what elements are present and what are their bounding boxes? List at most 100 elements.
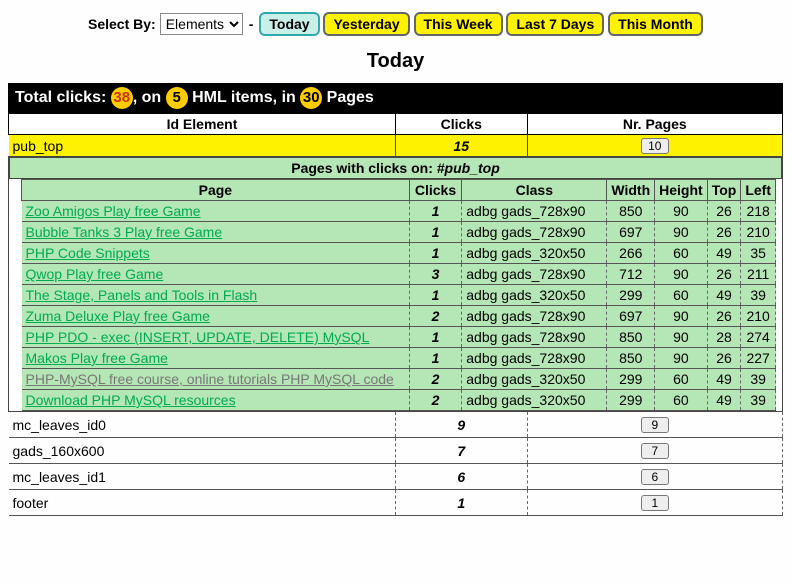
page-height-cell: 60	[655, 369, 708, 390]
page-width-cell: 850	[607, 201, 655, 222]
stat-clicks: 38	[111, 87, 133, 109]
nrpages-button[interactable]: 10	[641, 138, 669, 154]
page-top-cell: 26	[707, 264, 741, 285]
page-row: Zoo Amigos Play free Game 1adbg gads_728x…	[22, 201, 776, 222]
page-left-cell: 274	[741, 327, 776, 348]
page-top-cell: 26	[707, 222, 741, 243]
page-row: PHP PDO - exec (INSERT, UPDATE, DELETE) …	[22, 327, 776, 348]
page-row: Download PHP MySQL resources2adbg gads_3…	[22, 390, 776, 411]
col-clicks: Clicks	[396, 114, 528, 135]
tab-this-month[interactable]: This Month	[608, 12, 703, 36]
page-left-cell: 39	[741, 390, 776, 411]
page-link[interactable]: Makos Play free Game	[26, 350, 168, 366]
page-clicks-cell: 1	[409, 348, 462, 369]
page-link-cell: The Stage, Panels and Tools in Flash	[22, 285, 410, 306]
page-height-cell: 90	[655, 306, 708, 327]
page-height-cell: 90	[655, 348, 708, 369]
element-clicks-cell: 6	[396, 464, 528, 490]
col-page: Page	[22, 180, 410, 201]
nrpages-button[interactable]: 9	[641, 417, 669, 433]
stats-summary-bar: Total clicks: 38, on 5 HML items, in 30 …	[8, 83, 783, 113]
page-row: Zuma Deluxe Play free Game 2adbg gads_728…	[22, 306, 776, 327]
page-class-cell: adbg gads_320x50	[462, 243, 607, 264]
page-clicks-cell: 2	[409, 306, 462, 327]
col-left: Left	[741, 180, 776, 201]
page-class-cell: adbg gads_728x90	[462, 306, 607, 327]
page-class-cell: adbg gads_320x50	[462, 369, 607, 390]
tab-yesterday[interactable]: Yesterday	[323, 12, 409, 36]
page-width-cell: 266	[607, 243, 655, 264]
page-height-cell: 60	[655, 285, 708, 306]
pages-subheader: Pages with clicks on: #pub_top	[9, 157, 782, 179]
element-row[interactable]: mc_leaves_id099	[9, 412, 783, 438]
nrpages-button[interactable]: 7	[641, 443, 669, 459]
nrpages-button[interactable]: 1	[641, 495, 669, 511]
element-clicks-cell: 1	[396, 490, 528, 516]
page-link[interactable]: Bubble Tanks 3 Play free Game	[26, 224, 223, 240]
page-row: PHP Code Snippets1adbg gads_320x50266604…	[22, 243, 776, 264]
element-row[interactable]: mc_leaves_id166	[9, 464, 783, 490]
page-title: Today	[8, 50, 783, 73]
page-clicks-cell: 1	[409, 285, 462, 306]
page-height-cell: 60	[655, 243, 708, 264]
page-link[interactable]: Zuma Deluxe Play free Game	[26, 308, 210, 324]
page-row: The Stage, Panels and Tools in Flash 1adb…	[22, 285, 776, 306]
page-link[interactable]: Zoo Amigos Play free Game	[26, 203, 201, 219]
stat-items: 5	[166, 87, 188, 109]
page-width-cell: 712	[607, 264, 655, 285]
element-clicks-cell: 15	[396, 135, 528, 157]
page-clicks-cell: 1	[409, 201, 462, 222]
page-link-cell: Zuma Deluxe Play free Game	[22, 306, 410, 327]
element-clicks-cell: 7	[396, 438, 528, 464]
page-link[interactable]: PHP-MySQL free course, online tutorials …	[26, 371, 394, 387]
element-id-cell: gads_160x600	[9, 438, 396, 464]
page-height-cell: 90	[655, 201, 708, 222]
element-id-cell: pub_top	[9, 135, 396, 157]
page-width-cell: 299	[607, 369, 655, 390]
separator-dash: -	[249, 16, 254, 32]
page-left-cell: 39	[741, 285, 776, 306]
page-left-cell: 211	[741, 264, 776, 285]
select-by-label: Select By:	[88, 16, 156, 32]
page-link[interactable]: PHP PDO - exec (INSERT, UPDATE, DELETE) …	[26, 329, 370, 345]
page-clicks-cell: 1	[409, 327, 462, 348]
page-class-cell: adbg gads_728x90	[462, 201, 607, 222]
col-id-element: Id Element	[9, 114, 396, 135]
element-nrpages-cell: 6	[527, 464, 782, 490]
select-by-dropdown[interactable]: Elements	[160, 13, 243, 35]
page-class-cell: adbg gads_320x50	[462, 285, 607, 306]
page-top-cell: 28	[707, 327, 741, 348]
tab-today[interactable]: Today	[259, 12, 319, 36]
top-filter-bar: Select By: Elements - Today Yesterday Th…	[8, 8, 783, 44]
tab-this-week[interactable]: This Week	[414, 12, 503, 36]
tab-last-7-days[interactable]: Last 7 Days	[506, 12, 604, 36]
selected-element-row[interactable]: pub_top 15 10	[9, 135, 783, 157]
element-row[interactable]: gads_160x60077	[9, 438, 783, 464]
col-top: Top	[707, 180, 741, 201]
page-width-cell: 850	[607, 348, 655, 369]
page-link[interactable]: Download PHP MySQL resources	[26, 392, 236, 408]
page-link-cell: PHP PDO - exec (INSERT, UPDATE, DELETE) …	[22, 327, 410, 348]
page-class-cell: adbg gads_728x90	[462, 264, 607, 285]
page-link-cell: Qwop Play free Game	[22, 264, 410, 285]
page-top-cell: 26	[707, 201, 741, 222]
col-class: Class	[462, 180, 607, 201]
page-link-cell: Zoo Amigos Play free Game	[22, 201, 410, 222]
page-top-cell: 26	[707, 306, 741, 327]
element-id-cell: footer	[9, 490, 396, 516]
page-top-cell: 26	[707, 348, 741, 369]
page-width-cell: 697	[607, 306, 655, 327]
page-class-cell: adbg gads_728x90	[462, 348, 607, 369]
page-link[interactable]: The Stage, Panels and Tools in Flash	[26, 287, 258, 303]
page-link[interactable]: PHP Code Snippets	[26, 245, 150, 261]
page-link-cell: Download PHP MySQL resources	[22, 390, 410, 411]
page-link-cell: Makos Play free Game	[22, 348, 410, 369]
page-link-cell: Bubble Tanks 3 Play free Game	[22, 222, 410, 243]
nrpages-button[interactable]: 6	[641, 469, 669, 485]
page-row: Qwop Play free Game3adbg gads_728x907129…	[22, 264, 776, 285]
element-row[interactable]: footer11	[9, 490, 783, 516]
page-left-cell: 227	[741, 348, 776, 369]
page-width-cell: 850	[607, 327, 655, 348]
element-id-cell: mc_leaves_id0	[9, 412, 396, 438]
page-link[interactable]: Qwop Play free Game	[26, 266, 164, 282]
